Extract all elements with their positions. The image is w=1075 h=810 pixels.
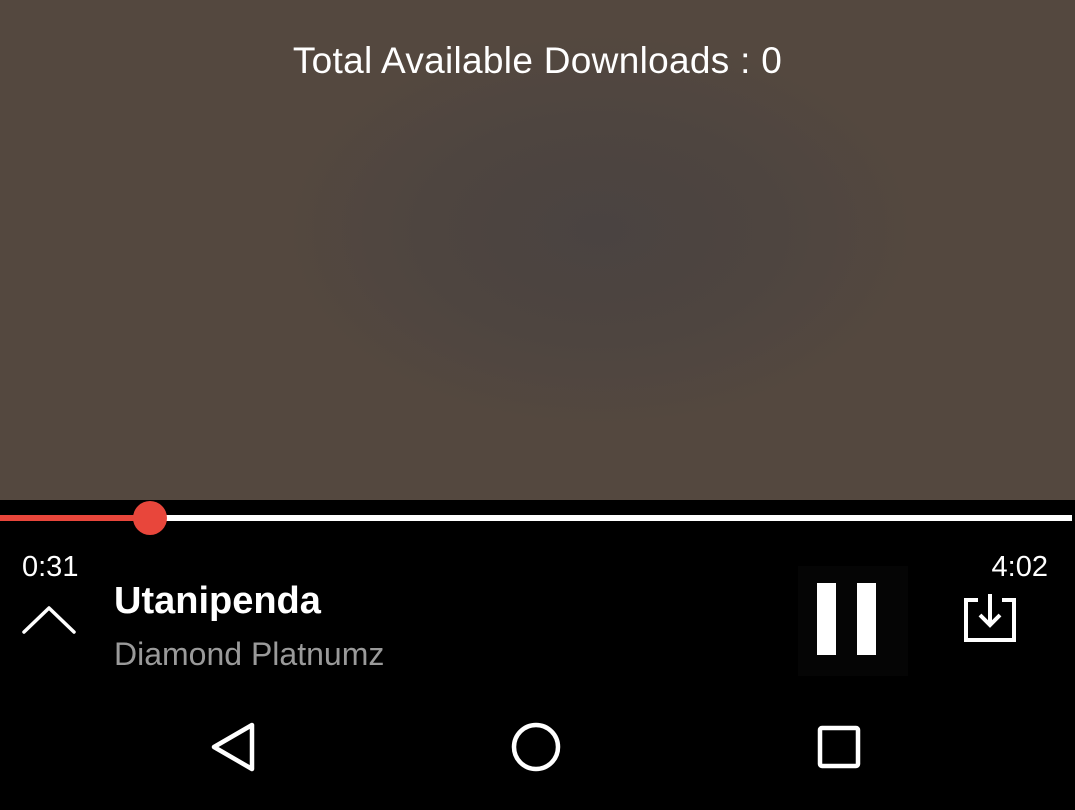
nav-back-button[interactable]: [192, 715, 272, 779]
recents-square-icon: [817, 725, 861, 769]
video-artwork-area[interactable]: Total Available Downloads : 0: [0, 0, 1075, 500]
pause-bar-left: [817, 583, 836, 655]
nav-recents-button[interactable]: [799, 715, 879, 779]
music-player-screen: Total Available Downloads : 0 0:31 4:02 …: [0, 0, 1075, 810]
system-navigation-bar: [0, 700, 1075, 810]
chevron-up-icon: [22, 606, 76, 634]
seek-thumb[interactable]: [133, 501, 167, 535]
track-artist: Diamond Platnumz: [114, 636, 385, 672]
pause-bar-right: [857, 583, 876, 655]
track-title: Utanipenda: [114, 580, 321, 622]
pause-button[interactable]: [798, 566, 908, 676]
elapsed-time: 0:31: [22, 551, 79, 583]
seek-bar[interactable]: [0, 500, 1075, 538]
download-button[interactable]: [950, 584, 1030, 654]
home-circle-icon: [511, 722, 561, 772]
nav-home-button[interactable]: [496, 715, 576, 779]
expand-player-button[interactable]: [18, 596, 80, 646]
back-triangle-icon: [211, 722, 255, 772]
total-time: 4:02: [991, 551, 1048, 583]
download-icon: [964, 594, 1016, 642]
seek-progress-fill: [0, 515, 150, 521]
total-downloads-label: Total Available Downloads : 0: [292, 40, 783, 81]
